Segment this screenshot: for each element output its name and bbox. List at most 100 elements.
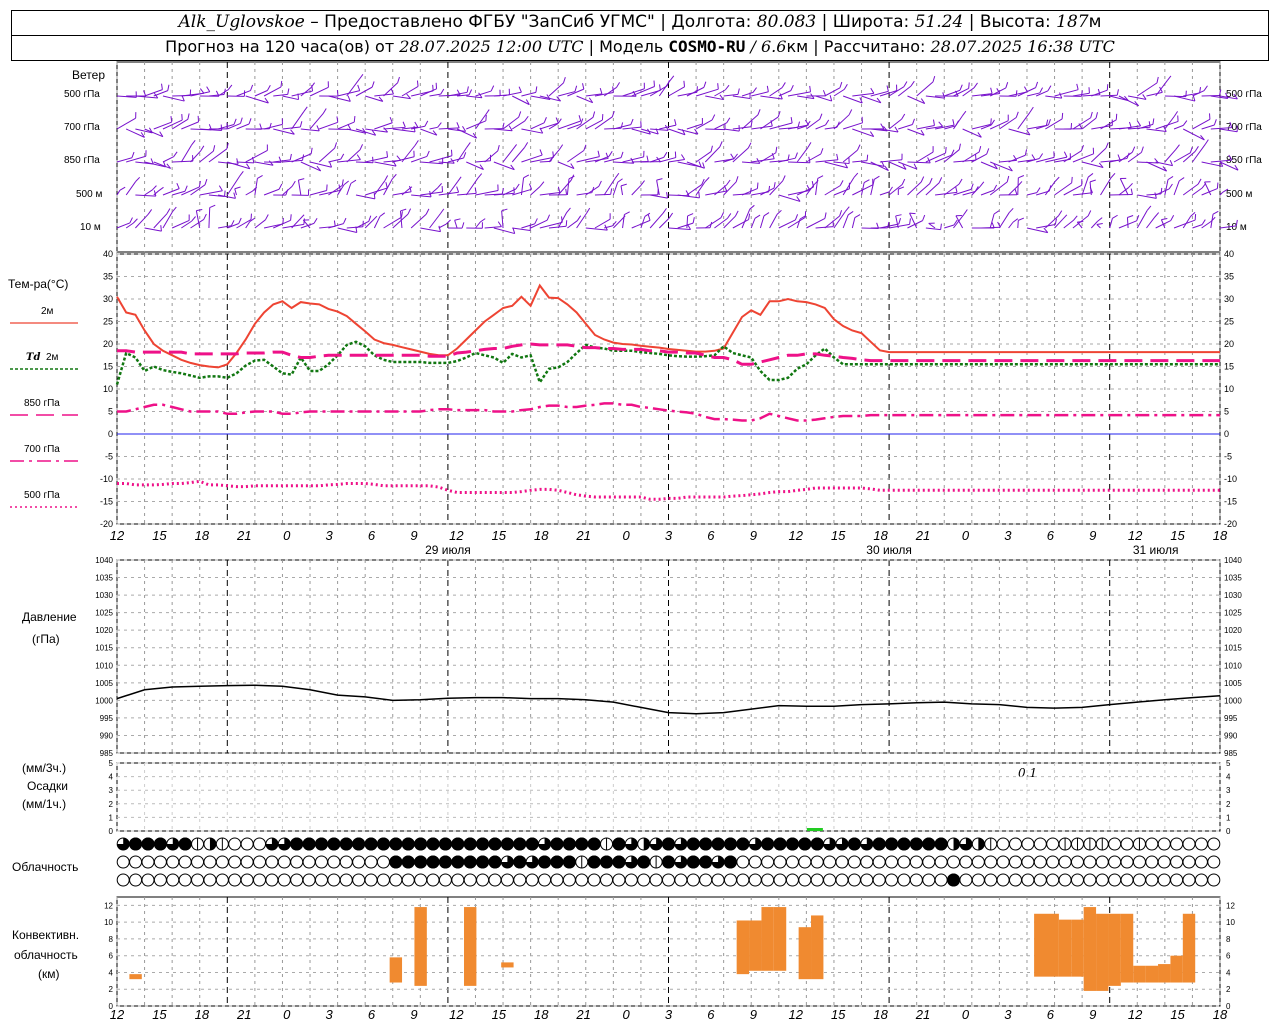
conv-tick-right: 6 (1226, 952, 1231, 961)
temp-tick-right: 15 (1224, 362, 1234, 372)
hour-tick-top: 0 (283, 528, 291, 543)
meteogram-chart: -20 -20-15 -15-10 -10-5 -50 05 510 1015 1520 2025… (10, 61, 1242, 1022)
wind-barb (181, 121, 199, 130)
wind-barb-feather (1235, 219, 1238, 226)
wind-barb-feather (848, 109, 853, 116)
wind-barb (1054, 89, 1079, 97)
wind-barb-feather (1105, 142, 1109, 149)
wind-barb-feather (790, 84, 794, 91)
cloud-circle (1145, 855, 1159, 869)
wind-barb-feather (359, 144, 364, 150)
wind-barb (548, 225, 567, 229)
wind-barb-feather (497, 144, 500, 152)
wind-barb-feather (809, 85, 812, 92)
wind-barb-feather (299, 214, 305, 220)
wind-barb (732, 193, 751, 196)
wind-barb (300, 128, 320, 132)
wind-barb-feather (240, 117, 243, 124)
cloud-fill-full (662, 855, 675, 869)
wind-barb (236, 90, 251, 97)
wind-barb (392, 128, 416, 133)
cloud-circle (215, 855, 229, 869)
conv-bar (1096, 913, 1109, 991)
wind-barb (208, 207, 211, 229)
wind-barb-feather (620, 183, 627, 187)
cloud-fill-full (141, 837, 155, 851)
wind-barb-feather (468, 89, 473, 96)
wind-barb-feather (794, 214, 799, 221)
wind-barb (898, 161, 917, 170)
pressure-tick-right: 995 (1224, 714, 1238, 723)
pressure-tick-left: 1005 (95, 679, 113, 688)
cloud-fill-full (389, 855, 403, 869)
cloud-fill-full (153, 837, 167, 851)
wind-barb-feather (932, 119, 935, 126)
cloud-circle (290, 855, 304, 869)
cloud-circle (761, 855, 775, 869)
wind-barb (420, 227, 441, 233)
cloud-fill-full (129, 837, 143, 851)
cloud-circle (153, 855, 167, 869)
wind-barb-feather (817, 175, 824, 179)
wind-barb (686, 215, 689, 229)
pressure-tick-right: 1020 (1224, 626, 1242, 635)
cloud-fill-full (339, 837, 353, 851)
cloud-circle (203, 855, 217, 869)
conv-bar (129, 974, 142, 980)
wind-barb-feather (1141, 146, 1144, 153)
wind-barb-feather (1073, 215, 1078, 221)
cloud-circle (1194, 855, 1208, 869)
wind-barb-feather (147, 209, 153, 215)
cloud-circle (748, 873, 762, 887)
wind-barb (254, 219, 266, 229)
wind-barb-feather (763, 212, 770, 217)
cloud-circle (984, 855, 998, 869)
wind-barb (1082, 94, 1101, 97)
wind-barb (695, 181, 706, 196)
wind-barb (750, 218, 756, 229)
cloud-circle (327, 873, 341, 887)
hour-tick-top: 18 (1213, 528, 1228, 543)
cloud-fill-full (785, 837, 799, 851)
wind-barb-feather (230, 220, 235, 226)
cloud-circle (835, 873, 849, 887)
wind-barb (1155, 80, 1168, 97)
wind-barb-feather (1089, 179, 1096, 183)
wind-barb-feather (161, 83, 163, 90)
wind-barb-feather (825, 119, 830, 126)
cloud-circle (736, 855, 750, 869)
cloud-circle (265, 873, 279, 887)
cloud-circle (934, 873, 948, 887)
pressure-tick-right: 1010 (1224, 661, 1242, 670)
precip-tick-right: 5 (1226, 759, 1231, 768)
cloud-circle (277, 855, 291, 869)
cloud-circle (116, 855, 130, 869)
cloud-circle (191, 855, 205, 869)
wind-barb-feather (854, 214, 861, 218)
wind-barb (1192, 90, 1205, 97)
wind-barb-feather (737, 88, 740, 95)
wind-barb-feather (1167, 175, 1174, 181)
temp-tick-right: 35 (1224, 272, 1234, 282)
wind-barb-feather (1077, 221, 1084, 223)
wind-barb (842, 177, 855, 196)
pressure-tick-right: 1030 (1224, 591, 1242, 600)
cloud-circle (984, 873, 998, 887)
temp-tick-right: 25 (1224, 317, 1234, 327)
wind-barb-feather (578, 115, 582, 122)
wind-barb (1146, 128, 1167, 133)
wind-barb-feather (160, 225, 162, 232)
wind-barb-feather (191, 216, 196, 222)
wind-barb-feather (135, 176, 141, 182)
wind-barb-feather (291, 180, 296, 187)
cloud-fill-half (643, 838, 650, 850)
cloud-circle (513, 873, 527, 887)
wind-barb (916, 151, 934, 163)
wind-barb (447, 128, 466, 132)
wind-barb-feather (756, 182, 759, 189)
wind-barb-feather (911, 118, 915, 125)
wind-barb (695, 119, 713, 130)
wind-barb (1219, 225, 1237, 229)
cloud-circle (761, 873, 775, 887)
wind-barb-feather (236, 158, 239, 165)
